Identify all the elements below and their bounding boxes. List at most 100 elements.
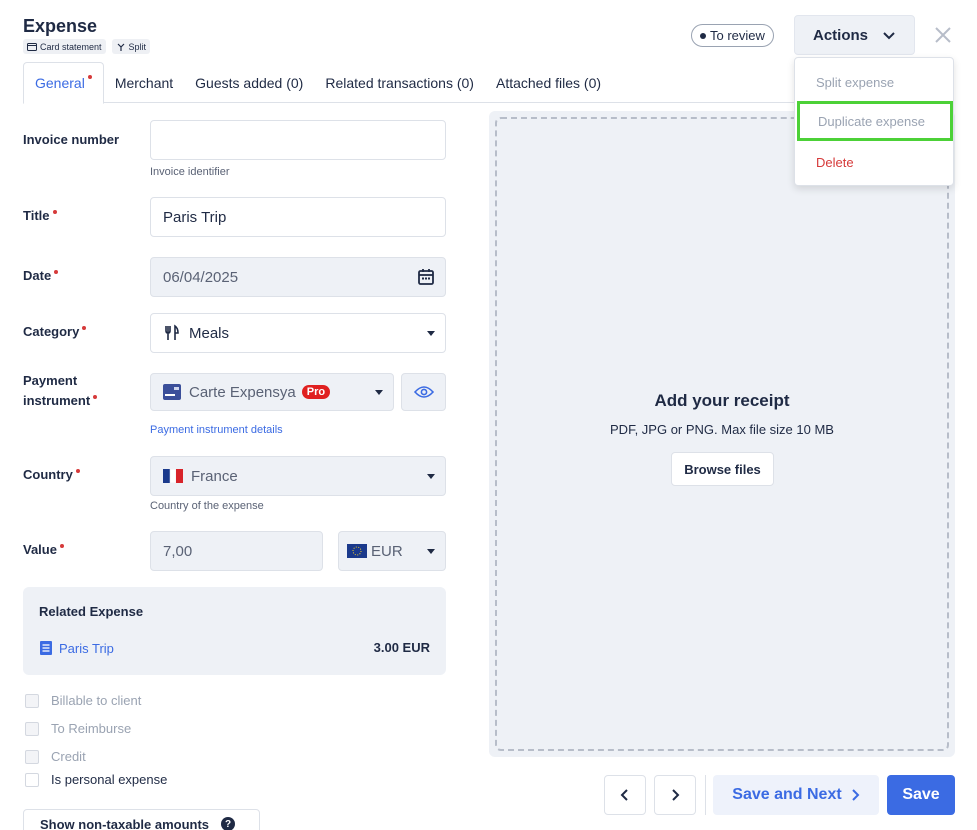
billable-checkbox-row[interactable]: Billable to client — [25, 693, 141, 708]
required-dot-icon — [54, 270, 59, 274]
card-statement-label: Card statement — [40, 41, 102, 52]
reimburse-checkbox[interactable] — [25, 721, 39, 736]
required-dot-icon — [82, 326, 87, 330]
close-icon[interactable] — [933, 25, 953, 45]
value-label: Value — [23, 540, 64, 560]
receipt-title: Add your receipt — [654, 391, 790, 410]
caret-down-icon — [427, 474, 435, 479]
split-label: Split — [128, 41, 147, 52]
receipt-subtitle: PDF, JPG or PNG. Max file size 10 MB — [610, 422, 834, 437]
card-logo-icon — [163, 384, 181, 400]
payment-instrument-label: Payment instrument — [23, 371, 98, 411]
caret-down-icon — [427, 549, 435, 554]
country-helper: Country of the expense — [150, 500, 264, 512]
credit-checkbox-row[interactable]: Credit — [25, 749, 86, 764]
related-expense-panel: Related Expense Paris Trip 3.00 EUR — [23, 587, 446, 675]
tab-general[interactable]: General — [23, 62, 104, 104]
page-title: Expense — [23, 16, 98, 36]
country-select[interactable]: France — [150, 456, 446, 496]
personal-expense-checkbox-row[interactable]: Is personal expense — [25, 772, 167, 787]
tab-guests-added[interactable]: Guests added (0) — [184, 62, 314, 103]
chevron-left-icon — [620, 789, 628, 801]
category-select[interactable]: Meals — [150, 313, 446, 353]
help-icon[interactable]: ? — [221, 817, 236, 830]
personal-expense-checkbox[interactable] — [25, 772, 39, 787]
tab-merchant[interactable]: Merchant — [104, 62, 184, 103]
caret-down-icon — [427, 331, 435, 336]
eye-icon — [413, 386, 434, 398]
invoice-number-label: Invoice number — [23, 132, 120, 147]
pro-badge: Pro — [301, 385, 331, 399]
category-value: Meals — [189, 324, 230, 342]
credit-label: Credit — [51, 749, 86, 764]
tab-related-transactions[interactable]: Related transactions (0) — [314, 62, 485, 103]
payment-instrument-details-link[interactable]: Payment instrument details — [150, 424, 283, 436]
actions-button[interactable]: Actions — [794, 15, 915, 55]
fork-knife-icon — [163, 324, 181, 342]
related-expense-amount: 3.00 EUR — [373, 640, 430, 655]
date-input[interactable]: 06/04/2025 — [150, 257, 446, 297]
chevron-right-icon — [851, 789, 860, 801]
reimburse-checkbox-row[interactable]: To Reimburse — [25, 721, 131, 736]
title-label: Title — [23, 206, 57, 226]
invoice-number-helper: Invoice identifier — [150, 166, 230, 178]
required-dot-icon — [87, 75, 92, 79]
show-non-taxable-amounts-button[interactable]: Show non-taxable amounts ? — [23, 809, 260, 830]
view-payment-instrument-button[interactable] — [401, 373, 446, 411]
required-dot-icon — [59, 544, 64, 548]
country-value: France — [191, 467, 238, 485]
eu-flag-icon — [347, 544, 367, 558]
receipt-dropzone-border: Add your receipt PDF, JPG or PNG. Max fi… — [495, 117, 949, 751]
title-label-text: Title — [23, 208, 50, 223]
menu-item-duplicate-expense[interactable]: Duplicate expense — [797, 101, 953, 141]
currency-select[interactable]: EUR — [338, 531, 446, 571]
menu-item-split-expense[interactable]: Split expense — [795, 62, 953, 102]
personal-expense-label: Is personal expense — [51, 772, 168, 787]
currency-value: EUR — [371, 542, 403, 560]
receipt-dropzone[interactable]: Add your receipt PDF, JPG or PNG. Max fi… — [489, 111, 955, 757]
save-button[interactable]: Save — [887, 775, 955, 815]
payment-instrument-value: Carte Expensya — [189, 383, 296, 401]
reimburse-label: To Reimburse — [51, 721, 132, 736]
date-label-text: Date — [23, 268, 52, 283]
tab-general-label: General — [35, 75, 85, 91]
value-label-text: Value — [23, 542, 57, 557]
browse-files-button[interactable]: Browse files — [671, 452, 774, 486]
required-dot-icon — [93, 395, 98, 399]
related-expense-title: Related Expense — [39, 604, 144, 619]
actions-menu: Split expense Duplicate expense Delete — [794, 57, 954, 186]
save-and-next-label: Save and Next — [732, 786, 842, 803]
save-and-next-button[interactable]: Save and Next — [713, 775, 879, 815]
document-icon — [40, 641, 52, 655]
split-icon — [117, 43, 124, 51]
related-expense-link[interactable]: Paris Trip — [39, 640, 114, 656]
menu-item-delete[interactable]: Delete — [795, 142, 953, 182]
chevron-right-icon — [672, 789, 680, 801]
payment-instrument-label-line1: Payment — [23, 373, 78, 388]
required-dot-icon — [75, 469, 80, 473]
date-label: Date — [23, 266, 59, 286]
billable-checkbox[interactable] — [25, 693, 39, 708]
title-input[interactable]: Paris Trip — [150, 197, 446, 237]
tag-list: Card statement Split — [23, 39, 151, 54]
payment-instrument-select[interactable]: Carte Expensya Pro — [150, 373, 394, 411]
value-amount-input[interactable]: 7,00 — [150, 531, 323, 571]
tab-attached-files[interactable]: Attached files (0) — [485, 62, 612, 103]
footer-divider — [705, 775, 706, 815]
status-label: To review — [710, 28, 765, 43]
previous-button[interactable] — [604, 775, 646, 815]
calendar-icon[interactable] — [417, 268, 435, 286]
caret-down-icon — [375, 390, 383, 395]
title-value: Paris Trip — [163, 208, 227, 226]
credit-checkbox[interactable] — [25, 749, 39, 764]
required-dot-icon — [52, 210, 57, 214]
card-icon — [27, 42, 37, 51]
billable-label: Billable to client — [51, 693, 142, 708]
country-label: Country — [23, 465, 80, 485]
show-non-taxable-label: Show non-taxable amounts — [40, 816, 210, 830]
status-dot-icon — [700, 32, 706, 39]
invoice-number-input[interactable] — [150, 120, 446, 160]
category-label: Category — [23, 322, 87, 342]
split-tag: Split — [111, 39, 151, 54]
next-button[interactable] — [654, 775, 696, 815]
